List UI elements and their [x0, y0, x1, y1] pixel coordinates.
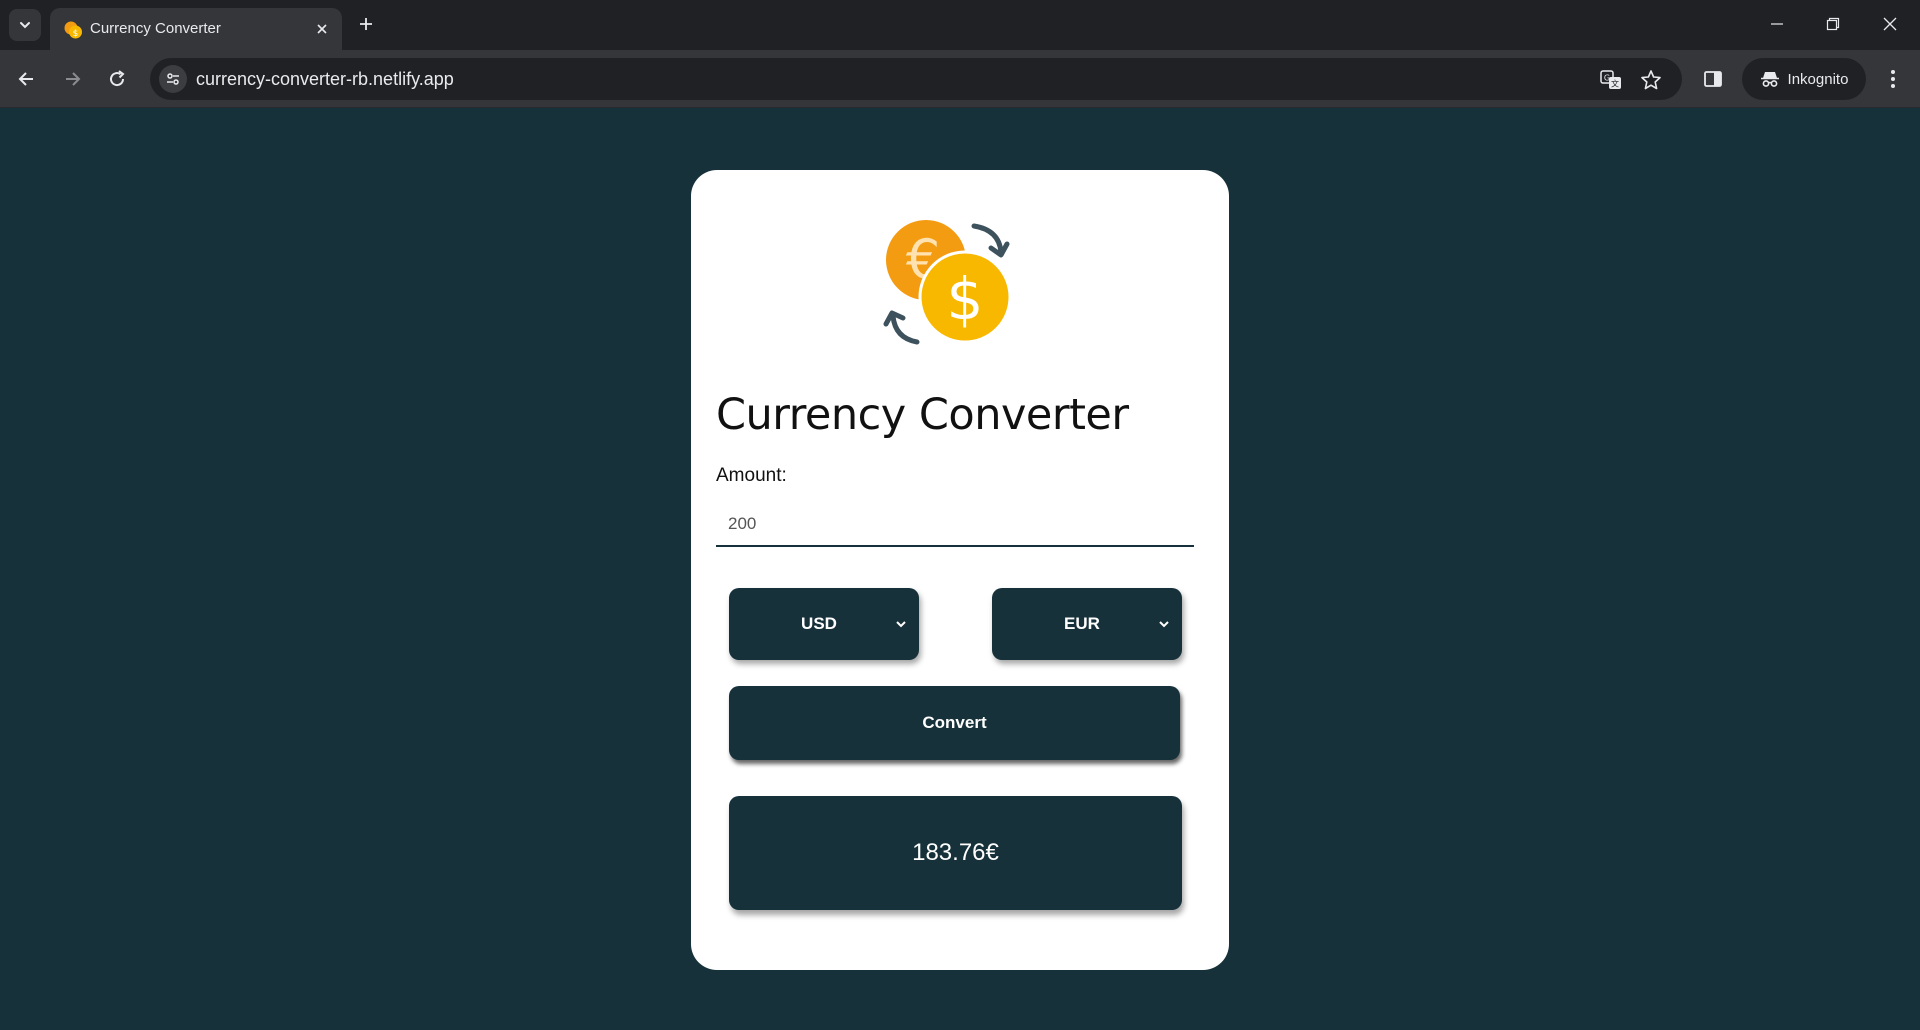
arrow-right-icon	[66, 72, 81, 86]
tune-icon	[167, 73, 179, 85]
conversion-result: 183.76€	[729, 796, 1182, 910]
to-currency-select[interactable]: EUR	[992, 588, 1182, 660]
converter-card: € $ Currency Converter Amount: USD EUR C…	[691, 170, 1229, 970]
back-button[interactable]	[10, 62, 44, 96]
address-bar[interactable]: currency-converter-rb.netlify.app G文	[150, 58, 1682, 100]
from-currency-select[interactable]: USD	[729, 588, 919, 660]
svg-text:文: 文	[1611, 79, 1619, 89]
amount-input[interactable]	[716, 502, 1194, 547]
bookmark-button[interactable]	[1638, 67, 1664, 93]
close-icon	[1883, 17, 1897, 31]
svg-text:$: $	[73, 29, 79, 39]
currency-exchange-icon: € $	[883, 220, 1012, 345]
incognito-icon	[1760, 72, 1779, 87]
side-panel-icon	[1704, 71, 1722, 87]
from-currency-value: USD	[801, 614, 837, 633]
incognito-profile-button[interactable]: Inkognito	[1742, 58, 1866, 100]
tab-title: Currency Converter	[90, 20, 221, 37]
close-icon	[317, 24, 327, 34]
amount-label: Amount:	[716, 465, 787, 486]
arrow-left-icon	[18, 72, 33, 86]
browser-toolbar: currency-converter-rb.netlify.app G文 Ink…	[0, 50, 1920, 108]
translate-button[interactable]: G文	[1598, 67, 1624, 93]
convert-button[interactable]: Convert	[729, 686, 1180, 760]
chevron-down-icon	[896, 621, 906, 628]
site-info-button[interactable]	[159, 65, 187, 93]
plus-icon	[360, 18, 372, 30]
reload-icon	[110, 70, 125, 87]
to-currency-value: EUR	[1064, 614, 1100, 633]
reload-button[interactable]	[100, 62, 134, 96]
star-icon	[1641, 70, 1661, 90]
tab-search-button[interactable]	[9, 9, 41, 41]
svg-text:$: $	[947, 265, 984, 333]
translate-icon: G文	[1600, 70, 1621, 89]
restore-icon	[1826, 17, 1840, 31]
close-window-button[interactable]	[1867, 6, 1913, 42]
side-panel-button[interactable]	[1698, 64, 1728, 94]
forward-button[interactable]	[55, 62, 89, 96]
chevron-down-icon	[20, 22, 30, 29]
new-tab-button[interactable]	[352, 10, 380, 38]
incognito-label: Inkognito	[1787, 70, 1849, 88]
currency-coins-icon: $	[64, 21, 82, 39]
minimize-button[interactable]	[1754, 6, 1800, 42]
tab-close-button[interactable]	[312, 19, 332, 39]
chevron-down-icon	[1159, 621, 1169, 628]
browser-tabstrip: $ Currency Converter	[0, 0, 1920, 50]
url-text: currency-converter-rb.netlify.app	[196, 69, 454, 89]
browser-menu-button[interactable]	[1878, 64, 1908, 94]
minimize-icon	[1771, 23, 1783, 25]
restore-button[interactable]	[1810, 6, 1856, 42]
more-vertical-icon	[1891, 70, 1895, 88]
browser-tab-active[interactable]: $ Currency Converter	[50, 8, 342, 50]
page-title: Currency Converter	[716, 390, 1129, 440]
